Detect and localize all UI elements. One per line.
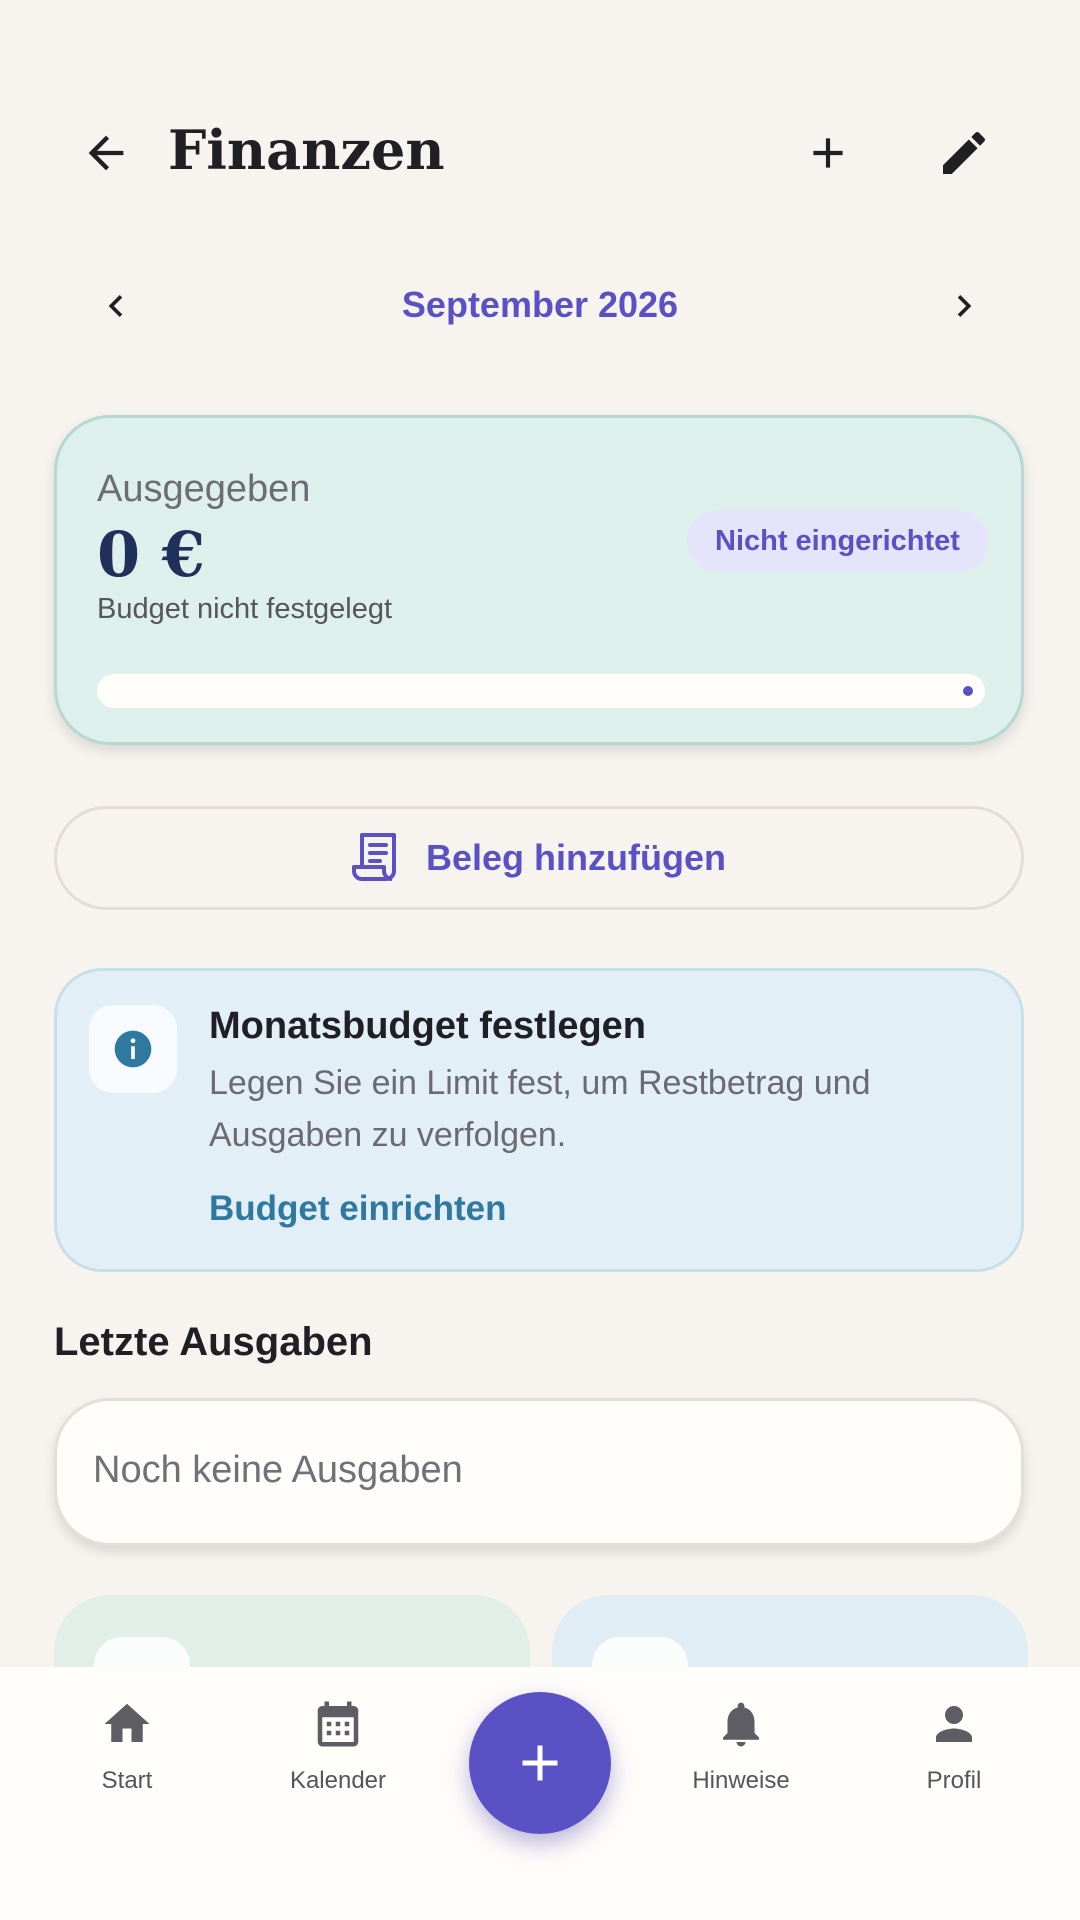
arrow-back-icon — [88, 135, 124, 171]
nav-label: Start — [101, 1767, 153, 1794]
budget-info-card: Monatsbudget festlegen Legen Sie ein Lim… — [54, 968, 1024, 1272]
nav-label: Kalender — [289, 1767, 387, 1794]
info-title: Monatsbudget festlegen — [209, 1005, 647, 1047]
previous-month-button[interactable] — [68, 258, 164, 354]
recent-expenses-empty-card: Noch keine Ausgaben — [54, 1398, 1024, 1546]
add-receipt-button[interactable]: Beleg hinzufügen — [54, 806, 1024, 910]
spent-label: Ausgegeben — [97, 468, 311, 510]
pencil-icon — [943, 131, 986, 174]
spent-summary-card: Ausgegeben 0 € Budget nicht festgelegt N… — [54, 415, 1024, 745]
home-icon — [104, 1703, 150, 1742]
spent-amount: 0 € — [97, 518, 205, 591]
bell-icon — [723, 1702, 759, 1747]
receipt-icon — [352, 833, 396, 881]
plus-icon — [522, 1745, 558, 1781]
recent-expenses-heading: Letzte Ausgaben — [54, 1320, 373, 1364]
add-expense-fab[interactable] — [469, 1692, 611, 1834]
nav-item-profil[interactable]: Profil — [864, 1697, 1044, 1795]
progress-indicator — [963, 686, 973, 696]
info-icon-box — [89, 1005, 177, 1093]
info-description: Legen Sie ein Limit fest, um Restbetrag … — [209, 1064, 871, 1154]
person-icon — [936, 1706, 972, 1742]
status-badge: Nicht eingerichtet — [687, 510, 988, 572]
add-button[interactable] — [780, 105, 876, 201]
chevron-left-icon — [108, 295, 123, 317]
nav-label: Profil — [926, 1767, 982, 1794]
month-label: September 2026 — [401, 284, 679, 325]
nav-item-hinweise[interactable]: Hinweise — [651, 1697, 831, 1795]
next-month-button[interactable] — [916, 258, 1012, 354]
back-button[interactable] — [58, 105, 154, 201]
budget-note: Budget nicht festgelegt — [97, 593, 393, 625]
plus-icon — [813, 138, 843, 168]
info-icon — [114, 1030, 152, 1068]
chevron-right-icon — [957, 295, 972, 317]
calendar-icon — [317, 1701, 359, 1747]
page-title: Finanzen — [168, 118, 445, 182]
empty-state-text: Noch keine Ausgaben — [93, 1449, 463, 1491]
nav-item-kalender[interactable]: Kalender — [248, 1697, 428, 1795]
nav-item-start[interactable]: Start — [37, 1697, 217, 1795]
edit-button[interactable] — [916, 105, 1012, 201]
setup-budget-link[interactable]: Budget einrichten — [209, 1189, 507, 1229]
add-receipt-label: Beleg hinzufügen — [426, 837, 726, 878]
budget-progress-bar — [97, 674, 985, 708]
nav-label: Hinweise — [692, 1767, 790, 1794]
